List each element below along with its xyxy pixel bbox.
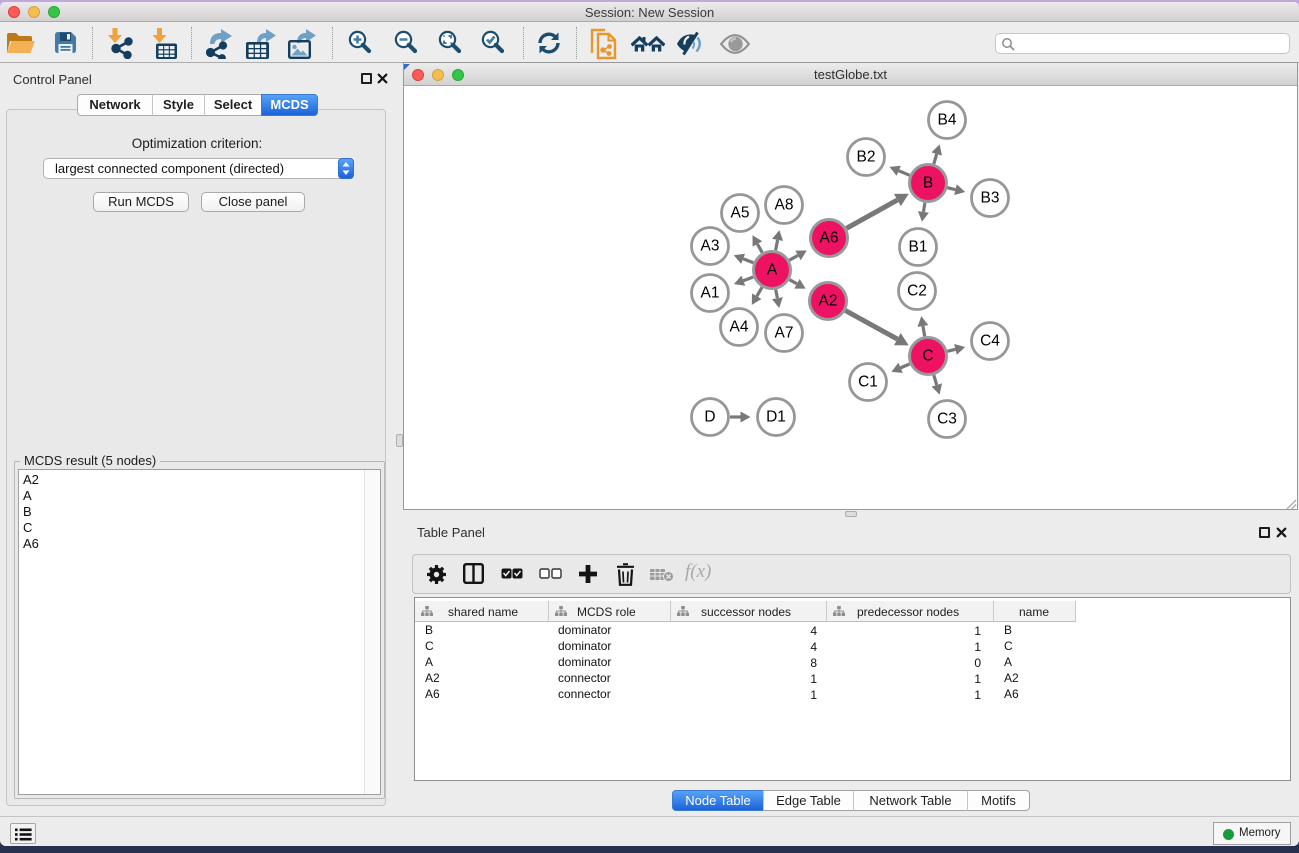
svg-text:A5: A5	[731, 205, 750, 222]
svg-text:C1: C1	[858, 374, 878, 391]
svg-text:A6: A6	[820, 230, 839, 247]
svg-text:B3: B3	[981, 190, 1000, 207]
svg-text:C2: C2	[907, 283, 927, 300]
svg-text:B4: B4	[938, 112, 957, 129]
svg-text:C4: C4	[980, 333, 1000, 350]
svg-text:A1: A1	[701, 285, 720, 302]
svg-text:A8: A8	[775, 197, 794, 214]
svg-text:A4: A4	[730, 319, 749, 336]
svg-text:B2: B2	[857, 149, 876, 166]
svg-text:A: A	[767, 262, 778, 279]
svg-text:C3: C3	[937, 411, 957, 428]
svg-text:B1: B1	[909, 239, 928, 256]
svg-text:C: C	[922, 348, 933, 365]
svg-text:D: D	[704, 409, 715, 426]
svg-text:D1: D1	[766, 409, 786, 426]
svg-text:A7: A7	[775, 325, 794, 342]
svg-text:A3: A3	[701, 238, 720, 255]
svg-text:B: B	[923, 175, 933, 192]
svg-text:A2: A2	[819, 293, 838, 310]
